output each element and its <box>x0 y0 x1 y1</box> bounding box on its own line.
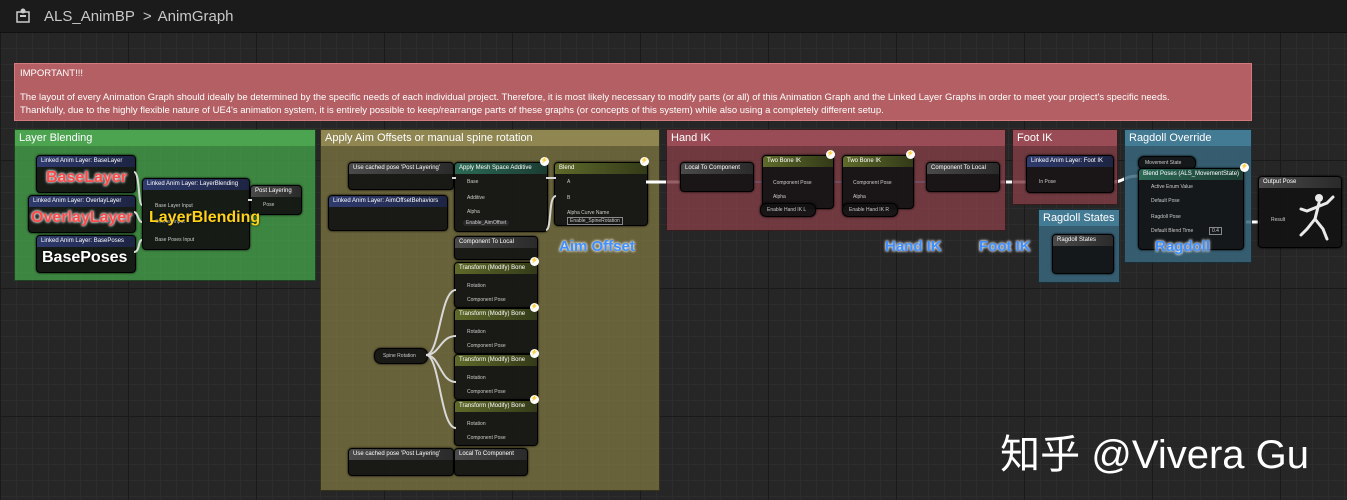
fast-path-icon: ⚡ <box>906 150 915 159</box>
enable-hand-ik-l-variable[interactable]: Enable Hand IK L <box>760 203 816 217</box>
watermark: 知乎 @Vivera Gu <box>1000 433 1309 477</box>
component-to-local-node-2[interactable]: Component To Local <box>926 162 1000 192</box>
pin-result[interactable]: Result <box>1271 217 1285 223</box>
pin-alpha[interactable]: Alpha <box>773 194 786 200</box>
pin-in-pose[interactable]: In Pose <box>1039 179 1056 185</box>
foot-ik-node[interactable]: Linked Anim Layer: Foot IK In Pose <box>1026 155 1114 193</box>
ragdoll-states-title: Ragdoll States <box>1039 210 1119 226</box>
ragdoll-override-title: Ragdoll Override <box>1125 130 1251 146</box>
label-ragdoll: Ragdoll <box>1155 238 1210 255</box>
node-title: Two Bone IK <box>843 156 913 167</box>
pin-active-enum[interactable]: Active Enum Value <box>1151 184 1193 190</box>
pin-alpha[interactable]: Alpha <box>853 194 866 200</box>
label-foot-ik: Foot IK <box>979 238 1031 255</box>
pin-default-pose[interactable]: Default Pose <box>1151 198 1180 204</box>
node-title: Ragdoll States <box>1053 235 1113 246</box>
local-to-component-node[interactable]: Local To Component <box>680 162 754 192</box>
node-title: Component To Local <box>927 163 999 174</box>
fast-path-icon: ⚡ <box>1240 163 1249 172</box>
two-bone-ik-node-1[interactable]: Two Bone IK Component Pose Alpha <box>762 155 834 209</box>
blend-time-input[interactable]: 0.4 <box>1209 227 1222 235</box>
enable-hand-ik-l-label: Enable Hand IK L <box>767 207 807 213</box>
node-title: Output Pose <box>1259 177 1341 188</box>
two-bone-ik-node-2[interactable]: Two Bone IK Component Pose Alpha <box>842 155 914 209</box>
fast-path-icon: ⚡ <box>826 150 835 159</box>
foot-ik-title: Foot IK <box>1013 130 1117 146</box>
mannequin-icon <box>1299 194 1335 241</box>
node-title: Local To Component <box>681 163 753 174</box>
enable-hand-ik-r-variable[interactable]: Enable Hand IK R <box>842 203 898 217</box>
movement-state-label: Movement State <box>1145 160 1182 166</box>
node-title: Blend Poses (ALS_MovementState) <box>1139 169 1243 180</box>
pin-component-pose[interactable]: Component Pose <box>773 180 812 186</box>
output-pose-node[interactable]: Output Pose Result <box>1258 176 1342 248</box>
ragdoll-states-node[interactable]: Ragdoll States <box>1052 234 1114 274</box>
pin-component-pose[interactable]: Component Pose <box>853 180 892 186</box>
label-hand-ik: Hand IK <box>885 238 942 255</box>
enable-hand-ik-r-label: Enable Hand IK R <box>849 207 890 213</box>
node-title: Linked Anim Layer: Foot IK <box>1027 156 1113 167</box>
pin-default-blend-time[interactable]: Default Blend Time <box>1151 228 1193 234</box>
hand-ik-title: Hand IK <box>667 130 1005 146</box>
pin-ragdoll-pose[interactable]: Ragdoll Pose <box>1151 214 1181 220</box>
node-title: Two Bone IK <box>763 156 833 167</box>
